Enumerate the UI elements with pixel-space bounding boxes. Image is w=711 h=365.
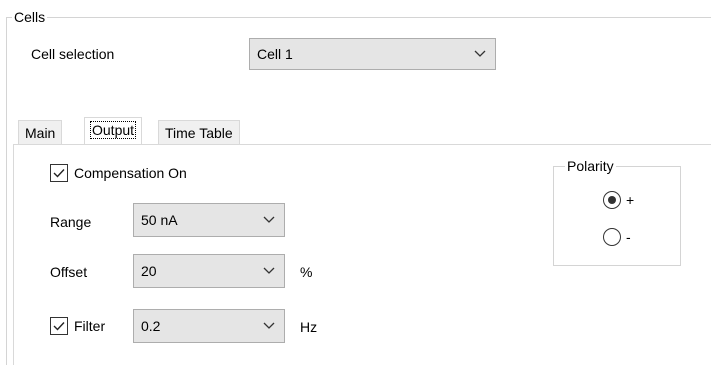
polarity-option-minus[interactable]: - (603, 228, 631, 246)
tab-time-table-label: Time Table (165, 125, 233, 141)
checkmark-icon (53, 169, 65, 178)
filter-checkbox[interactable]: Filter (50, 317, 105, 335)
polarity-minus-label: - (626, 229, 631, 245)
compensation-checkbox[interactable]: Compensation On (50, 164, 187, 182)
offset-value: 20 (141, 263, 157, 279)
filter-value: 0.2 (141, 318, 161, 334)
filter-unit: Hz (300, 319, 318, 335)
tab-main-label: Main (25, 125, 56, 141)
polarity-title: Polarity (565, 157, 616, 175)
polarity-group-box (553, 166, 681, 266)
radio-selected-icon[interactable] (603, 191, 621, 209)
tab-panel-border-top (13, 144, 711, 145)
cells-group-border-left (6, 17, 7, 365)
chevron-down-icon (254, 204, 284, 236)
chevron-down-icon (465, 39, 495, 69)
radio-unselected-icon[interactable] (603, 228, 621, 246)
chevron-down-icon (254, 255, 284, 287)
cells-group-border-top (6, 17, 711, 18)
tab-main[interactable]: Main (18, 120, 63, 144)
cell-selection-value: Cell 1 (257, 46, 293, 62)
cells-group-title: Cells (12, 8, 48, 26)
tab-output[interactable]: Output (84, 117, 143, 144)
range-label: Range (50, 214, 92, 230)
offset-label: Offset (50, 264, 88, 280)
filter-label: Filter (74, 318, 106, 334)
offset-dropdown[interactable]: 20 (133, 254, 285, 288)
tab-panel-border-left (13, 144, 14, 365)
polarity-option-plus[interactable]: + (603, 191, 634, 209)
compensation-label: Compensation On (74, 165, 187, 181)
cell-selection-dropdown[interactable]: Cell 1 (249, 38, 496, 70)
tab-output-label: Output (89, 121, 137, 139)
filter-check-box[interactable] (50, 317, 68, 335)
chevron-down-icon (254, 310, 284, 342)
filter-dropdown[interactable]: 0.2 (133, 309, 285, 343)
range-value: 50 nA (141, 212, 178, 228)
polarity-plus-label: + (626, 192, 635, 208)
tab-time-table[interactable]: Time Table (158, 120, 240, 144)
cell-selection-label: Cell selection (31, 46, 115, 62)
compensation-check-box[interactable] (50, 164, 68, 182)
range-dropdown[interactable]: 50 nA (133, 203, 285, 237)
checkmark-icon (53, 322, 65, 331)
offset-unit: % (300, 264, 313, 280)
